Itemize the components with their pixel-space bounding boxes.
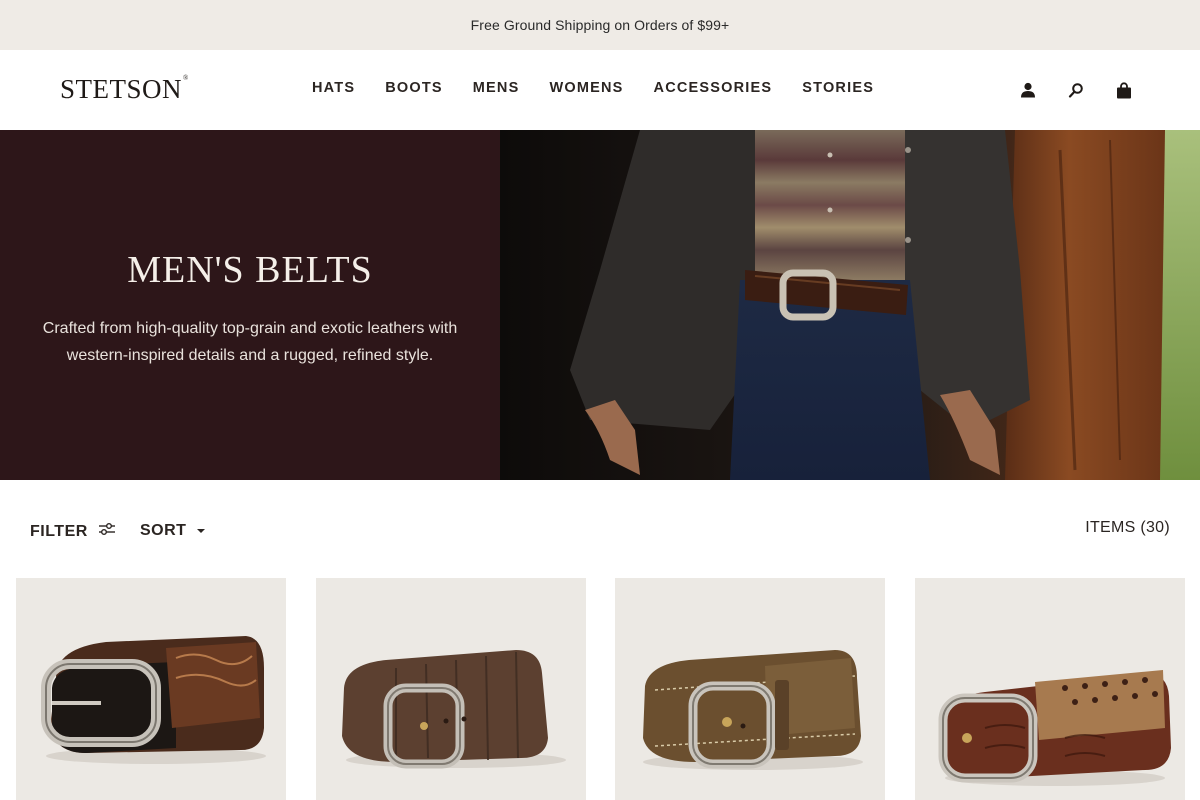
nav-item-hats[interactable]: HATS [312, 80, 355, 96]
nav-item-stories[interactable]: STORIES [802, 80, 874, 96]
product-card[interactable] [16, 578, 286, 800]
main-nav: HATS BOOTS MENS WOMENS ACCESSORIES STORI… [312, 80, 874, 96]
header-icons [1018, 80, 1134, 100]
nav-item-womens[interactable]: WOMENS [549, 80, 623, 96]
filter-button[interactable]: FILTER [30, 522, 116, 541]
product-image [938, 670, 1171, 786]
announcement-text: Free Ground Shipping on Orders of $99+ [470, 17, 730, 33]
cart-icon[interactable] [1114, 80, 1134, 100]
hero-description: Crafted from high-quality top-grain and … [42, 320, 458, 364]
product-image [41, 636, 266, 764]
caret-down-icon [196, 522, 206, 540]
product-grid [16, 578, 1185, 800]
listing-toolbar: FILTER SORT ITEMS (30) [0, 480, 1200, 578]
product-card[interactable] [615, 578, 885, 800]
account-icon[interactable] [1018, 80, 1038, 100]
hero-banner: MEN'S BELTS Crafted from high-quality to… [0, 130, 1200, 480]
product-image [643, 650, 863, 770]
site-header: STETSON® HATS BOOTS MENS WOMENS ACCESSOR… [0, 50, 1200, 130]
product-card[interactable] [915, 578, 1185, 800]
logo-text[interactable]: STETSON [60, 74, 182, 104]
sliders-icon [98, 522, 116, 541]
search-icon[interactable] [1066, 80, 1086, 100]
nav-item-boots[interactable]: BOOTS [385, 80, 443, 96]
items-count: ITEMS (30) [1085, 519, 1170, 536]
stetson-logo[interactable]: STETSON® [60, 74, 189, 105]
hero-text-panel: MEN'S BELTS Crafted from high-quality to… [0, 130, 500, 480]
sort-label: SORT [140, 522, 187, 539]
sort-button[interactable]: SORT [140, 522, 206, 540]
product-image [342, 650, 566, 769]
hero-title: MEN'S BELTS [127, 249, 373, 291]
product-card[interactable] [316, 578, 586, 800]
hero-image [500, 130, 1200, 480]
filter-label: FILTER [30, 522, 88, 540]
announcement-bar: Free Ground Shipping on Orders of $99+ [0, 0, 1200, 50]
nav-item-accessories[interactable]: ACCESSORIES [654, 80, 773, 96]
nav-item-mens[interactable]: MENS [473, 80, 520, 96]
